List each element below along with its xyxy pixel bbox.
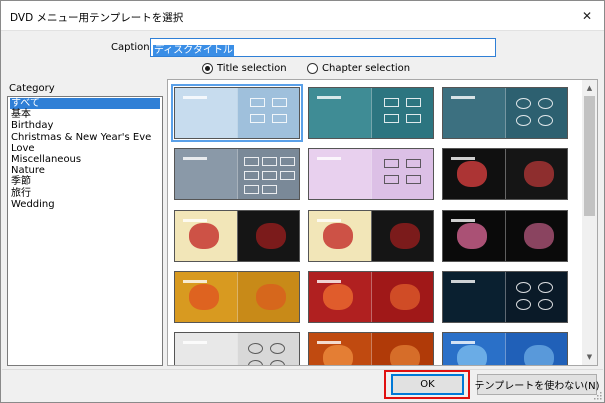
close-icon: ✕ <box>581 9 593 23</box>
radio-title-selection-label: Title selection <box>217 62 287 74</box>
close-button[interactable]: ✕ <box>576 5 598 27</box>
template-thumbnail[interactable] <box>308 148 434 200</box>
template-thumbnail[interactable] <box>442 332 568 365</box>
no-template-button[interactable]: テンプレートを使わない(N) <box>475 374 600 395</box>
resize-grip-icon[interactable] <box>592 390 602 400</box>
template-grid <box>167 79 598 366</box>
category-item[interactable]: Wedding <box>10 199 160 210</box>
category-item[interactable]: 基本 <box>10 109 160 120</box>
category-item[interactable]: Miscellaneous <box>10 154 160 165</box>
category-item[interactable]: 旅行 <box>10 188 160 199</box>
radio-title-selection[interactable]: Title selection <box>202 61 287 75</box>
category-item[interactable]: Love <box>10 143 160 154</box>
template-thumbnail[interactable] <box>174 332 300 365</box>
category-item[interactable]: すべて <box>10 98 160 110</box>
template-thumbnail[interactable] <box>308 87 434 139</box>
template-thumbnail[interactable] <box>308 210 434 262</box>
template-dialog: DVD メニュー用テンプレートを選択 ✕ Caption: ディスクタイトル T… <box>0 0 605 403</box>
template-thumbnail[interactable] <box>442 87 568 139</box>
caption-label: Caption: <box>111 42 153 53</box>
template-thumbnail[interactable] <box>171 84 303 142</box>
template-thumbnail[interactable] <box>308 271 434 323</box>
caption-input[interactable]: ディスクタイトル <box>150 38 496 57</box>
radio-indicator-chapter <box>307 62 318 74</box>
template-thumbnail[interactable] <box>442 148 568 200</box>
category-item[interactable]: Christmas & New Year's Eve <box>10 132 160 143</box>
template-thumbnail[interactable] <box>442 271 568 323</box>
template-thumbnail[interactable] <box>442 210 568 262</box>
template-grid-scrollbar[interactable]: ▲ ▼ <box>582 80 597 365</box>
radio-indicator-title <box>202 62 213 74</box>
category-item[interactable]: Birthday <box>10 120 160 131</box>
scroll-thumb[interactable] <box>584 96 595 216</box>
category-item[interactable]: 季節 <box>10 176 160 187</box>
scroll-up-icon[interactable]: ▲ <box>582 81 597 95</box>
template-thumbnail[interactable] <box>174 271 300 323</box>
category-list[interactable]: すべて 基本 Birthday Christmas & New Year's Eve L… <box>7 96 163 366</box>
caption-value: ディスクタイトル <box>153 45 234 56</box>
ok-button[interactable]: OK <box>391 374 464 395</box>
template-thumbnail[interactable] <box>174 210 300 262</box>
radio-chapter-selection-label: Chapter selection <box>322 62 411 74</box>
category-label: Category <box>9 83 55 94</box>
scroll-down-icon[interactable]: ▼ <box>582 350 597 364</box>
radio-chapter-selection[interactable]: Chapter selection <box>307 61 410 75</box>
template-thumbnail[interactable] <box>308 332 434 365</box>
window-title: DVD メニュー用テンプレートを選択 <box>10 12 184 24</box>
category-item[interactable]: Nature <box>10 165 160 176</box>
title-bar: DVD メニュー用テンプレートを選択 ✕ <box>1 1 604 31</box>
template-thumbnail[interactable] <box>174 148 300 200</box>
